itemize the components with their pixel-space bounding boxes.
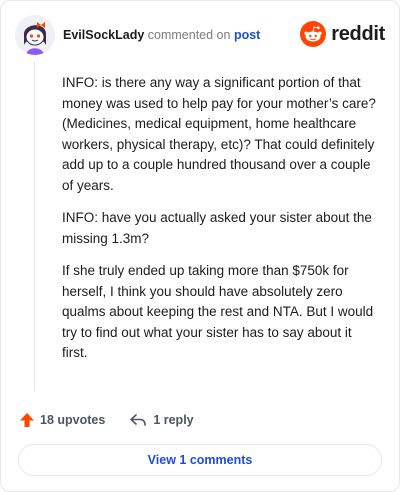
- reddit-logo-icon: [300, 21, 327, 47]
- reply-button[interactable]: 1 reply: [129, 413, 194, 427]
- comment-footer: 18 upvotes 1 reply: [19, 410, 194, 430]
- header-text: EvilSockLady commented on post: [63, 27, 260, 43]
- reply-arrow-icon: [130, 414, 147, 426]
- comment-paragraph: INFO: is there any way a significant por…: [62, 75, 376, 193]
- view-comments-label: View 1 comments: [147, 453, 253, 467]
- reddit-logo[interactable]: reddit: [300, 21, 385, 47]
- upvote-button[interactable]: 18 upvotes: [19, 412, 105, 428]
- user-avatar[interactable]: [15, 15, 55, 55]
- action-text: commented on: [147, 28, 231, 42]
- comment-body: INFO: is there any way a significant por…: [62, 73, 380, 376]
- comment-card: EvilSockLady commented on post reddit IN…: [0, 0, 400, 492]
- thread-line: [34, 61, 35, 391]
- comment-paragraph: If she truly ended up taking more than $…: [62, 263, 374, 360]
- view-comments-button[interactable]: View 1 comments: [18, 444, 382, 476]
- reddit-wordmark: reddit: [331, 22, 385, 45]
- comment-header: EvilSockLady commented on post reddit: [15, 15, 385, 55]
- username-link[interactable]: EvilSockLady: [63, 28, 144, 42]
- upvote-arrow-icon: [20, 413, 34, 427]
- snoo-avatar-icon: [15, 15, 55, 55]
- upvote-count: 18 upvotes: [40, 413, 106, 427]
- reply-count: 1 reply: [153, 413, 194, 427]
- post-link[interactable]: post: [234, 28, 260, 42]
- comment-paragraph: INFO: have you actually asked your siste…: [62, 210, 372, 246]
